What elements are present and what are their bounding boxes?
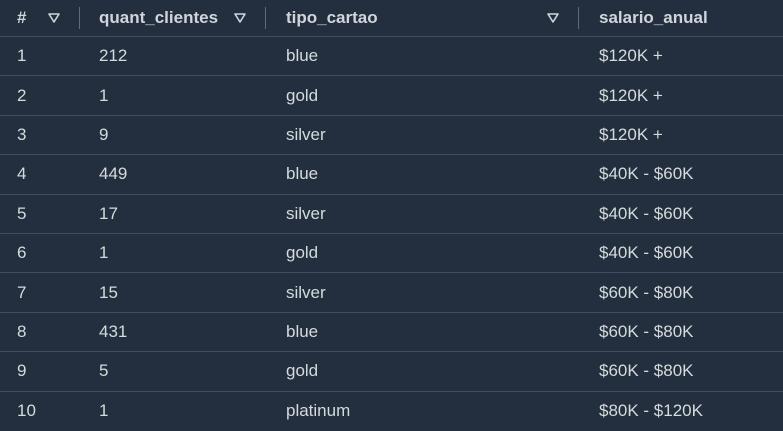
cell-quant-clientes: 1 (99, 243, 109, 263)
cell-quant-clientes: 9 (99, 124, 109, 144)
cell-salario-anual: $120K + (599, 46, 663, 66)
cell-salario-anual: $60K - $80K (599, 282, 694, 302)
cell-index: 10 (17, 401, 36, 421)
cell-index: 2 (17, 85, 27, 105)
cell-tipo-cartao: silver (286, 282, 326, 302)
filter-triangle-icon[interactable] (545, 10, 561, 26)
table-row[interactable]: 7 15 silver $60K - $80K (0, 273, 783, 313)
column-header-label: # (17, 8, 27, 27)
cell-quant-clientes: 431 (99, 321, 128, 341)
cell-tipo-cartao: gold (286, 85, 319, 105)
cell-quant-clientes: 449 (99, 164, 128, 184)
cell-salario-anual: $120K + (599, 124, 663, 144)
cell-tipo-cartao: blue (286, 164, 319, 184)
cell-salario-anual: $60K - $80K (599, 321, 694, 341)
cell-quant-clientes: 1 (99, 401, 109, 421)
column-header-label: tipo_cartao (286, 8, 378, 27)
results-table: # quant_clientes tipo_cartao salario_anu… (0, 0, 783, 431)
cell-quant-clientes: 5 (99, 361, 109, 381)
cell-index: 5 (17, 203, 27, 223)
table-row[interactable]: 6 1 gold $40K - $60K (0, 234, 783, 274)
cell-quant-clientes: 15 (99, 282, 118, 302)
cell-tipo-cartao: gold (286, 243, 319, 263)
table-row[interactable]: 2 1 gold $120K + (0, 76, 783, 116)
cell-index: 4 (17, 164, 27, 184)
cell-index: 9 (17, 361, 27, 381)
cell-tipo-cartao: silver (286, 203, 326, 223)
cell-tipo-cartao: gold (286, 361, 319, 381)
cell-index: 8 (17, 321, 27, 341)
cell-index: 7 (17, 282, 27, 302)
cell-index: 6 (17, 243, 27, 263)
cell-salario-anual: $80K - $120K (599, 401, 703, 421)
filter-triangle-icon[interactable] (46, 10, 62, 26)
cell-salario-anual: $120K + (599, 85, 663, 105)
table-row[interactable]: 10 1 platinum $80K - $120K (0, 392, 783, 431)
filter-triangle-icon[interactable] (232, 10, 248, 26)
cell-salario-anual: $40K - $60K (599, 203, 694, 223)
table-header: # quant_clientes tipo_cartao salario_anu… (0, 0, 783, 37)
table-row[interactable]: 1 212 blue $120K + (0, 37, 783, 77)
cell-salario-anual: $40K - $60K (599, 243, 694, 263)
column-header-quant-clientes[interactable]: quant_clientes (80, 0, 266, 36)
cell-salario-anual: $40K - $60K (599, 164, 694, 184)
table-row[interactable]: 5 17 silver $40K - $60K (0, 195, 783, 234)
column-header-salario-anual[interactable]: salario_anual (579, 0, 783, 36)
cell-tipo-cartao: platinum (286, 401, 351, 421)
cell-quant-clientes: 212 (99, 46, 128, 66)
column-header-label: quant_clientes (99, 8, 219, 27)
column-header-index[interactable]: # (0, 0, 80, 36)
column-header-tipo-cartao[interactable]: tipo_cartao (266, 0, 579, 36)
column-header-label: salario_anual (599, 8, 708, 27)
cell-salario-anual: $60K - $80K (599, 361, 694, 381)
table-row[interactable]: 8 431 blue $60K - $80K (0, 313, 783, 353)
cell-tipo-cartao: silver (286, 124, 326, 144)
cell-tipo-cartao: blue (286, 321, 319, 341)
cell-quant-clientes: 17 (99, 203, 118, 223)
cell-tipo-cartao: blue (286, 46, 319, 66)
table-row[interactable]: 4 449 blue $40K - $60K (0, 155, 783, 195)
cell-index: 1 (17, 46, 27, 66)
cell-index: 3 (17, 124, 27, 144)
cell-quant-clientes: 1 (99, 85, 109, 105)
table-body: 1 212 blue $120K + 2 1 gold $120K + 3 9 silver $120… (0, 37, 783, 431)
table-row[interactable]: 9 5 gold $60K - $80K (0, 352, 783, 392)
table-row[interactable]: 3 9 silver $120K + (0, 116, 783, 156)
